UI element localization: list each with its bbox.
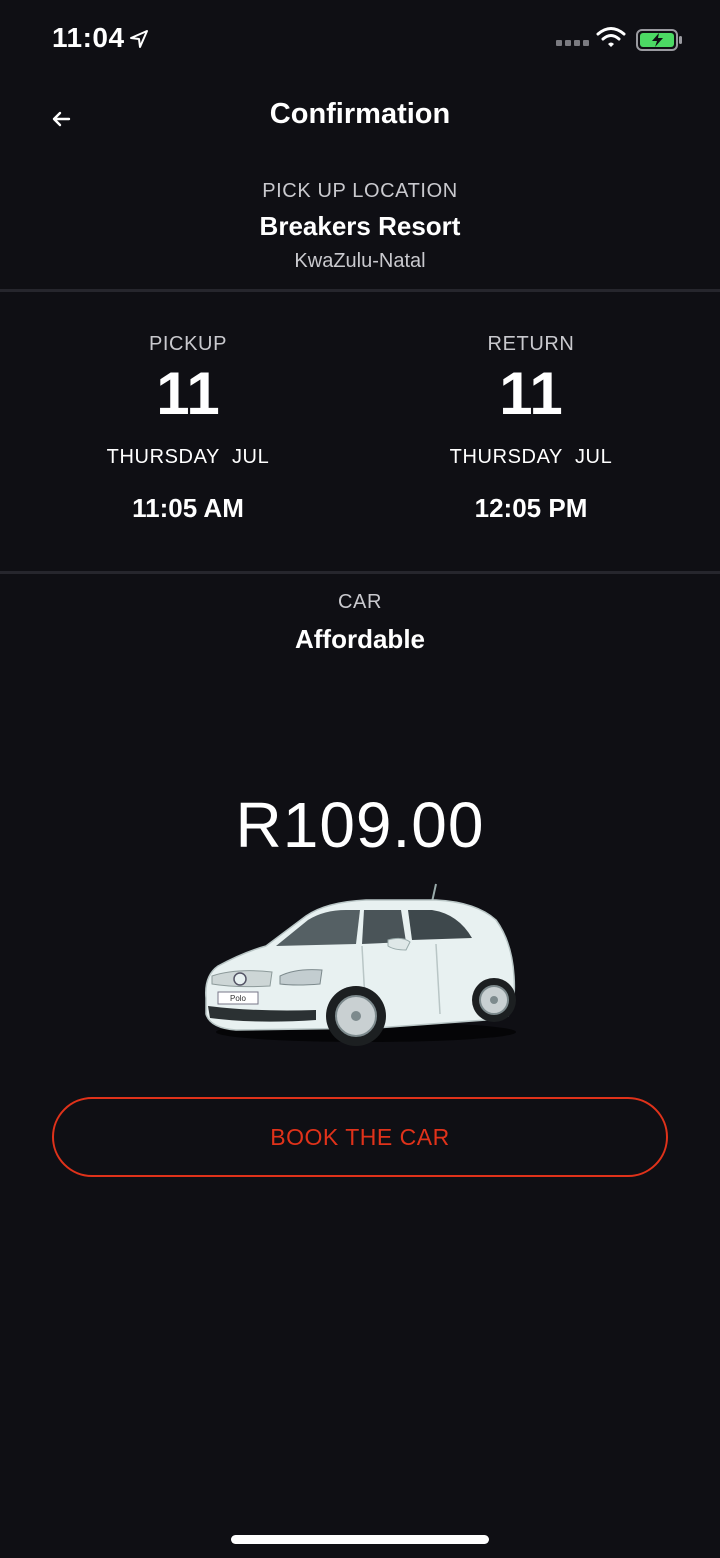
plate-text: Polo: [230, 994, 247, 1003]
pickup-label: PICKUP: [148, 333, 228, 355]
car-name: Affordable: [295, 624, 425, 654]
return-label: RETURN: [487, 333, 575, 355]
status-bar: 11:04: [0, 0, 720, 80]
pickup-weekday-month: THURSDAY JUL: [106, 446, 270, 468]
wifi-icon: [596, 27, 626, 47]
dates-section: PICKUP 11 THURSDAY JUL 11:05 AM RETURN 1…: [0, 333, 720, 543]
pickup-date: PICKUP 11 THURSDAY JUL 11:05 AM: [68, 333, 308, 524]
return-weekday-month: THURSDAY JUL: [449, 446, 613, 468]
return-day: 11: [499, 360, 563, 427]
home-indicator[interactable]: [231, 1535, 489, 1544]
location-name: Breakers Resort: [259, 211, 461, 241]
pickup-day: 11: [156, 360, 220, 427]
status-time: 11:04: [52, 22, 125, 53]
location-region: KwaZulu-Natal: [294, 250, 426, 272]
location-arrow-icon: [130, 30, 148, 48]
pickup-location-section: PICK UP LOCATION Breakers Resort KwaZulu…: [0, 180, 720, 273]
return-time: 12:05 PM: [474, 493, 588, 523]
signal-icon: [556, 40, 589, 46]
pickup-time: 11:05 AM: [132, 493, 244, 523]
price: R109.00: [235, 789, 485, 861]
car-section: CAR Affordable: [0, 591, 720, 655]
battery-charging-icon: [636, 29, 682, 51]
page-title: Confirmation: [269, 98, 451, 130]
nav-bar: Confirmation: [0, 80, 720, 154]
pickup-location-label: PICK UP LOCATION: [262, 180, 458, 202]
car-label: CAR: [337, 591, 383, 613]
divider: [0, 289, 720, 292]
divider: [0, 571, 720, 574]
book-the-car-button[interactable]: BOOK THE CAR: [52, 1097, 668, 1177]
return-date: RETURN 11 THURSDAY JUL 12:05 PM: [411, 333, 651, 524]
car-image: Polo: [205, 883, 516, 1046]
